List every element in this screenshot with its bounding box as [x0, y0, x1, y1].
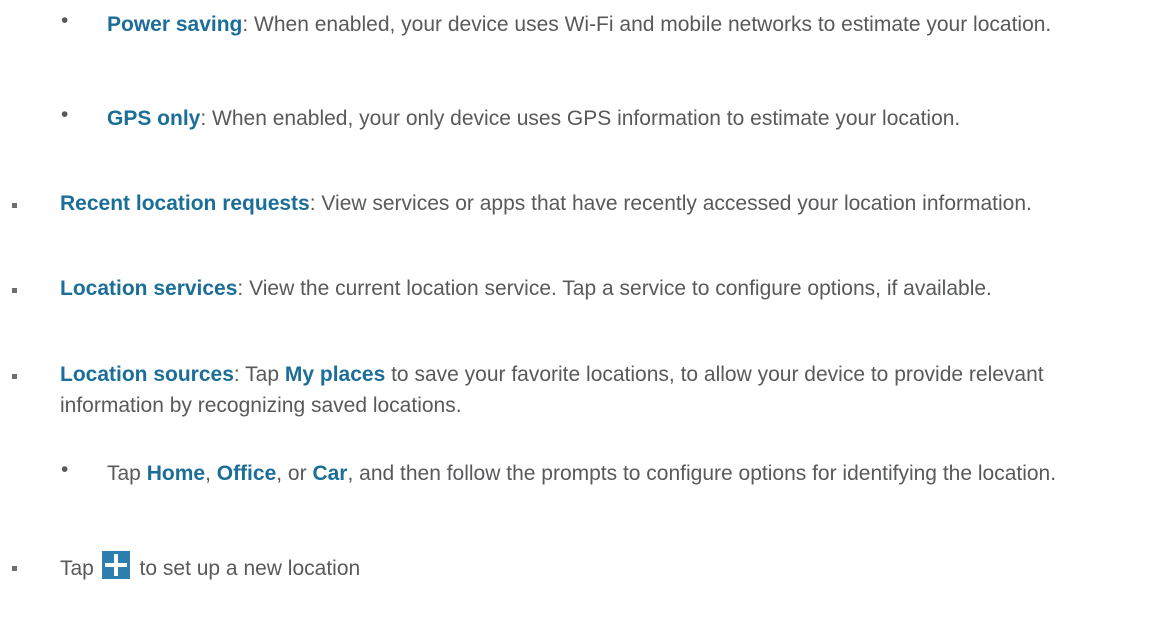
- bullet-dot: •: [61, 9, 69, 32]
- text-part: , and then follow the prompts to configu…: [347, 462, 1057, 485]
- description: : When enabled, your device uses Wi-Fi a…: [242, 13, 1052, 36]
- term-gps-only: GPS only: [107, 107, 201, 130]
- list-item-location-services: Location services: View the current loca…: [60, 273, 1140, 304]
- text-part: , or: [276, 462, 313, 485]
- bullet-square: [12, 288, 17, 293]
- term-my-places: My places: [284, 363, 386, 386]
- term-car: Car: [312, 462, 348, 485]
- list-item-home-office-car: Tap Home, Office, or Car, and then follo…: [107, 458, 1137, 489]
- term-home: Home: [146, 462, 206, 485]
- term-location-sources: Location sources: [60, 363, 234, 386]
- term-recent-location-requests: Recent location requests: [60, 192, 310, 215]
- text-part: ,: [205, 462, 217, 485]
- list-item-gps-only: GPS only: When enabled, your only device…: [107, 103, 1137, 134]
- term-power-saving: Power saving: [107, 13, 243, 36]
- bullet-square: [12, 566, 17, 571]
- list-item-power-saving: Power saving: When enabled, your device …: [107, 9, 1137, 40]
- bullet-square: [12, 374, 17, 379]
- text-part: to set up a new location: [139, 557, 361, 580]
- list-item-location-sources: Location sources: Tap My places to save …: [60, 359, 1140, 421]
- description: : View services or apps that have recent…: [309, 192, 1032, 215]
- list-item-add-location: Tap to set up a new location: [60, 551, 1140, 584]
- description: : View the current location service. Tap…: [237, 277, 992, 300]
- bullet-square: [12, 203, 17, 208]
- list-item-recent-location-requests: Recent location requests: View services …: [60, 188, 1140, 219]
- plus-icon: [101, 551, 130, 579]
- text-part: Tap: [107, 462, 147, 485]
- description: : When enabled, your only device uses GP…: [200, 107, 961, 130]
- bullet-dot: •: [61, 103, 69, 126]
- bullet-dot: •: [61, 458, 69, 481]
- term-office: Office: [216, 462, 277, 485]
- description-part: : Tap: [233, 363, 285, 386]
- text-part: Tap: [60, 557, 94, 580]
- term-location-services: Location services: [60, 277, 238, 300]
